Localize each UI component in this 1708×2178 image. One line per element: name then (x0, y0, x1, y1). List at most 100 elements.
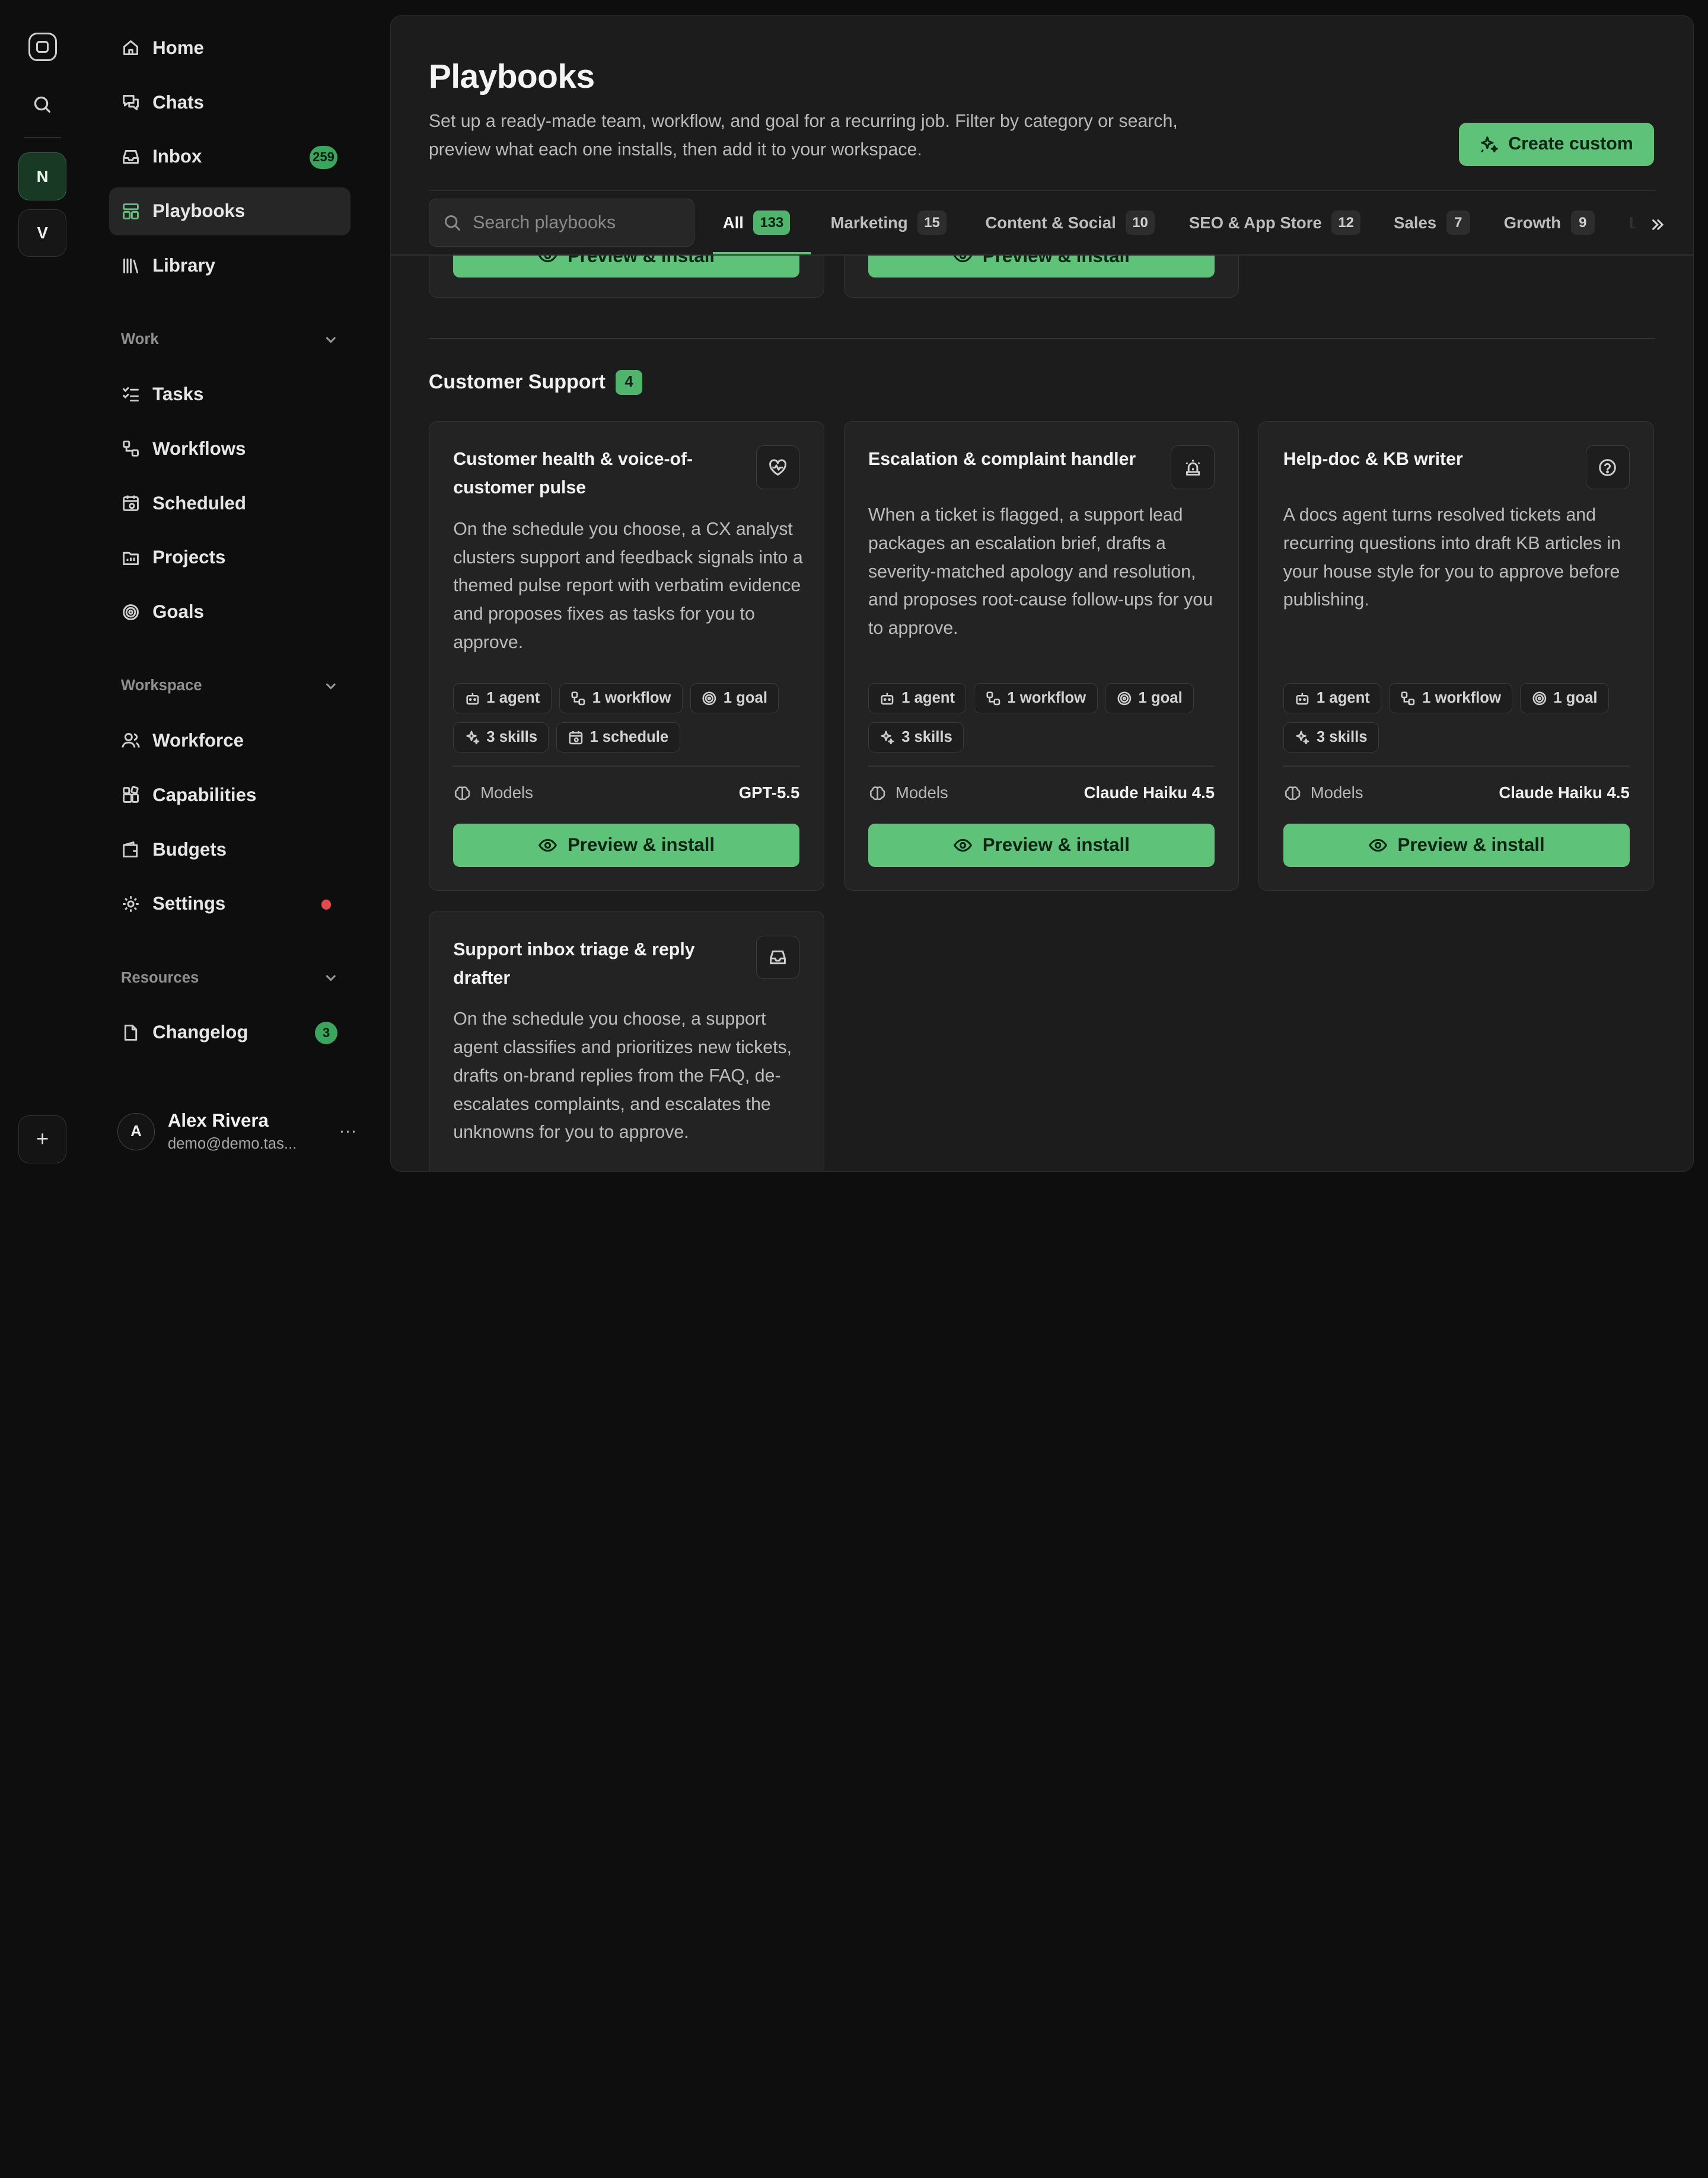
sidebar-item-settings[interactable]: Settings (109, 880, 351, 928)
home-icon (123, 40, 138, 56)
playbook-card: Help-doc & KB writer A docs agent turns … (1258, 420, 1655, 891)
card-title: Customer health & voice-of-customer puls… (453, 449, 693, 498)
section-label: Work (120, 331, 159, 348)
chip-goals: 1 goal (690, 683, 779, 714)
sidebar-item-home[interactable]: Home (109, 24, 351, 72)
work-section-toggle[interactable]: Work (121, 331, 339, 348)
tasks-icon (122, 387, 139, 402)
workflow-icon (571, 691, 585, 705)
chip-skills: 3 skills (1283, 722, 1379, 753)
tab-growth[interactable]: Growth 9 (1504, 210, 1595, 236)
tab-sales[interactable]: Sales 7 (1394, 210, 1471, 236)
chip-label: 3 skills (1316, 729, 1368, 746)
chip-label: 1 workflow (1422, 689, 1501, 706)
sidebar-item-playbooks[interactable]: Playbooks (109, 187, 351, 235)
app-logo-icon[interactable] (28, 33, 57, 61)
card-description: A docs agent turns resolved tickets and … (1283, 505, 1621, 610)
sparkles-icon (881, 731, 894, 744)
playbook-card: Customer health & voice-of-customer puls… (428, 420, 824, 891)
chip-label: 1 agent (1316, 689, 1370, 706)
changelog-count-badge: 3 (314, 1021, 338, 1045)
card-divider (868, 766, 1215, 767)
sidebar-item-changelog[interactable]: Changelog 3 (109, 1009, 351, 1057)
bot-icon (881, 693, 894, 704)
sidebar-item-goals[interactable]: Goals (109, 588, 351, 636)
chip-goals: 1 goal (1520, 683, 1609, 714)
sidebar-item-budgets[interactable]: Budgets (109, 825, 351, 873)
install-label: Preview & install (1397, 834, 1545, 856)
section-label: Workspace (120, 677, 202, 694)
models-row: Models Claude Haiku 4.5 (868, 781, 1215, 805)
tab-seo-app-store[interactable]: SEO & App Store 12 (1189, 210, 1360, 236)
playbooks-scroll-area[interactable]: Preview & install Preview & install Cust… (391, 255, 1694, 1172)
install-label: Preview & install (982, 834, 1130, 856)
chip-agents: 1 agent (868, 683, 967, 714)
sidebar-item-tasks[interactable]: Tasks (109, 370, 351, 418)
card-description: On the schedule you choose, a CX analyst… (453, 519, 803, 652)
tab-label: Marketing (830, 213, 908, 232)
more-options-icon[interactable]: ... (339, 1117, 357, 1137)
tab-count: 12 (1331, 211, 1360, 235)
chip-skills: 3 skills (868, 722, 964, 753)
sidebar-item-label: Library (152, 255, 215, 276)
user-name: Alex Rivera (167, 1110, 269, 1131)
resources-section-toggle[interactable]: Resources (121, 970, 339, 987)
sidebar-item-capabilities[interactable]: Capabilities (109, 771, 351, 819)
sidebar-item-projects[interactable]: Projects (109, 534, 351, 582)
sidebar-item-scheduled[interactable]: Scheduled (109, 479, 351, 527)
search-icon (444, 215, 460, 231)
sidebar-item-label: Playbooks (152, 200, 246, 222)
playbook-card-partial: Preview & install (843, 255, 1239, 298)
tab-marketing[interactable]: Marketing 15 (831, 210, 947, 236)
tab-content-social[interactable]: Content & Social 10 (985, 210, 1155, 236)
inbox-icon (756, 935, 800, 980)
tab-all[interactable]: All 133 (723, 210, 791, 236)
model-name: Claude Haiku 4.5 (1084, 783, 1215, 802)
sidebar-item-workforce[interactable]: Workforce (109, 717, 351, 765)
chip-label: 1 goal (1553, 689, 1598, 706)
settings-alert-dot (321, 900, 332, 910)
chip-agents: 1 agent (1283, 683, 1382, 714)
playbook-card-partial: Preview & install (428, 255, 824, 298)
tab-count: 133 (753, 211, 791, 235)
section-label: Resources (120, 969, 199, 986)
sidebar-item-label: Goals (152, 601, 204, 623)
search-placeholder: Search playbooks (473, 212, 616, 232)
active-tab-indicator (713, 252, 811, 254)
search-input[interactable]: Search playbooks (428, 199, 694, 247)
preview-install-button[interactable]: Preview & install (1283, 823, 1630, 868)
workspace-button-n[interactable]: N (18, 152, 67, 200)
add-workspace-button[interactable]: + (18, 1115, 67, 1163)
chip-label: 1 goal (723, 689, 767, 706)
chip-label: 3 skills (486, 729, 538, 746)
card-components: 1 agent 1 workflow 1 goal 3 skills (1283, 683, 1634, 753)
create-custom-button[interactable]: Create custom (1459, 122, 1654, 167)
workspace-button-v[interactable]: V (18, 209, 67, 257)
preview-install-button[interactable]: Preview & install (453, 255, 800, 278)
models-label: Models (895, 783, 948, 802)
capabilities-icon (122, 786, 139, 803)
preview-install-button[interactable]: Preview & install (868, 823, 1215, 868)
chip-goals: 1 goal (1105, 683, 1194, 714)
user-menu[interactable]: A Alex Rivera demo@demo.tas... ... (117, 1102, 357, 1161)
chip-label: 3 skills (901, 729, 952, 746)
sidebar-item-library[interactable]: Library (109, 242, 351, 290)
chevron-down-icon (326, 683, 336, 690)
bot-icon (466, 693, 479, 704)
sidebar-item-workflows[interactable]: Workflows (109, 425, 351, 473)
workspace-section-toggle[interactable]: Workspace (121, 677, 339, 694)
brain-icon (869, 786, 885, 800)
install-label: Preview & install (982, 255, 1130, 266)
sidebar-item-chats[interactable]: Chats (109, 78, 351, 126)
chat-icon (122, 95, 139, 111)
sidebar-item-inbox[interactable]: Inbox 259 (109, 133, 351, 181)
preview-install-button[interactable]: Preview & install (868, 255, 1215, 278)
rail-search-icon[interactable] (31, 94, 53, 120)
workflow-icon (1401, 691, 1415, 705)
sidebar: Home Chats Inbox 259 Playbooks Library W… (85, 0, 390, 1186)
preview-install-button[interactable]: Preview & install (453, 823, 800, 868)
tabs-scroll-right-button[interactable] (1610, 200, 1678, 249)
chip-label: 1 agent (901, 689, 955, 706)
sparkles-icon (1296, 731, 1309, 744)
projects-icon (122, 551, 139, 565)
